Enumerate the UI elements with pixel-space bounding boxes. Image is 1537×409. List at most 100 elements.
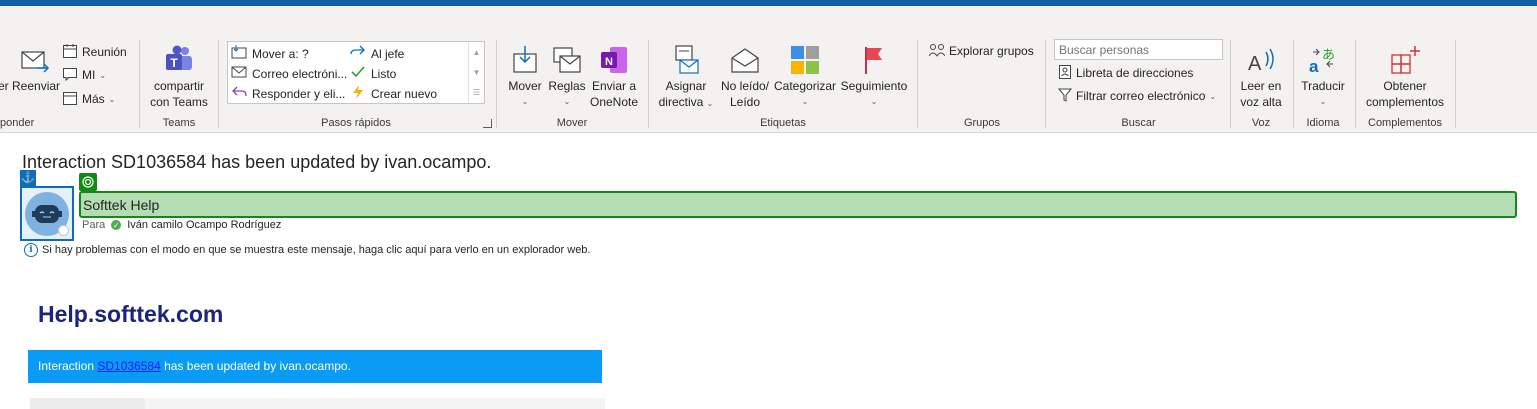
rules-icon — [548, 42, 586, 76]
forward-label: Reenviar — [12, 79, 61, 93]
get-addins-button[interactable]: Obtener complementos — [1362, 42, 1448, 110]
reply-icon — [231, 85, 247, 102]
group-label-move: Mover — [556, 117, 588, 129]
reply-all-button[interactable]: er — [0, 42, 9, 94]
svg-text:a: a — [1309, 57, 1319, 76]
browse-groups-button[interactable]: Explorar grupos — [928, 41, 1034, 61]
quick-steps-gallery: Mover a: ? Correo electróni... Responder… — [227, 41, 485, 104]
group-label-teams: Teams — [162, 117, 196, 129]
svg-text:T: T — [170, 56, 178, 70]
rules-button[interactable]: Reglas ⌄ — [548, 42, 586, 110]
im-button[interactable]: MI ⌄ — [62, 65, 106, 85]
share-teams-button[interactable]: T compartir con Teams — [146, 42, 212, 110]
banner-suffix: has been updated by ivan.ocampo. — [160, 359, 351, 373]
calendar-icon — [62, 43, 78, 62]
scroll-up-icon[interactable]: ▲ — [473, 48, 481, 57]
message-subject: Interaction SD1036584 has been updated b… — [22, 152, 492, 172]
dialog-launcher-icon[interactable] — [483, 119, 492, 128]
addins-icon — [1362, 42, 1448, 76]
share-teams-line1: compartir — [153, 79, 204, 93]
categorize-button[interactable]: Categorizar ⌄ — [774, 42, 836, 110]
rules-label: Reglas — [548, 79, 586, 93]
more-respond-button[interactable]: Más ⌄ — [62, 89, 115, 109]
flag-icon — [838, 42, 910, 76]
assign-policy-button[interactable]: Asignar directiva ⌄ — [656, 42, 716, 112]
to-label: Para — [82, 219, 106, 231]
browse-groups-label: Explorar grupos — [949, 44, 1034, 58]
quick-step-create-new-label: Crear nuevo — [371, 86, 438, 101]
filter-email-button[interactable]: Filtrar correo electrónico ⌄ — [1057, 86, 1217, 106]
chevron-down-icon: ⌄ — [108, 94, 116, 104]
chevron-down-icon: ⌄ — [99, 70, 107, 80]
search-people-input[interactable] — [1054, 39, 1223, 60]
quick-step-email[interactable]: Correo electróni... — [231, 65, 347, 82]
groups-icon — [928, 43, 946, 60]
group-label-groups: Grupos — [963, 117, 1001, 129]
expand-gallery-icon[interactable]: ☰ — [473, 88, 480, 97]
chevron-down-icon: ⌄ — [706, 99, 714, 108]
quick-step-create-new[interactable]: Crear nuevo — [350, 85, 437, 102]
quick-step-reply-delete[interactable]: Responder y eli... — [231, 85, 345, 102]
email-body-title: Help.softtek.com — [38, 301, 224, 327]
quick-step-to-manager-label: Al jefe — [371, 46, 405, 61]
move-button[interactable]: Mover ⌄ — [504, 42, 546, 110]
group-separator — [1355, 40, 1356, 128]
quick-step-move-to[interactable]: Mover a: ? — [231, 45, 309, 62]
policy-icon — [656, 42, 716, 76]
recipient-name[interactable]: Iván camilo Ocampo Rodríguez — [127, 219, 281, 231]
filter-icon — [1057, 87, 1073, 106]
chevron-down-icon: ⌄ — [1209, 91, 1217, 101]
mail-icon — [231, 65, 247, 82]
address-book-button[interactable]: Libreta de direcciones — [1058, 63, 1193, 83]
ribbon: er Reenviar Reunión MI ⌄ Más ⌄ ponder T … — [0, 6, 1537, 133]
quick-step-to-manager[interactable]: Al jefe — [350, 45, 404, 62]
read-aloud-line2: voz alta — [1240, 95, 1282, 109]
move-label: Mover — [508, 79, 542, 93]
group-separator — [917, 40, 918, 128]
svg-text:あ: あ — [1322, 48, 1335, 63]
group-label-speech: Voz — [1251, 117, 1271, 129]
svg-text:N: N — [605, 56, 613, 68]
scroll-down-icon[interactable]: ▼ — [473, 68, 481, 77]
send-to-onenote-button[interactable]: N Enviar a OneNote — [588, 42, 640, 110]
get-addins-line1: Obtener — [1383, 79, 1427, 93]
read-aloud-button[interactable]: A Leer en voz alta — [1236, 42, 1286, 110]
categorize-icon — [774, 42, 836, 76]
unread-read-button[interactable]: No leído/ Leído — [718, 42, 772, 110]
group-separator — [648, 40, 649, 128]
group-separator — [496, 40, 497, 128]
chevron-down-icon: ⌄ — [563, 97, 571, 106]
interaction-link[interactable]: SD1036584 — [97, 359, 160, 373]
follow-up-label: Seguimiento — [840, 79, 908, 93]
presence-status-icon — [58, 225, 69, 236]
sender-avatar[interactable] — [20, 186, 74, 241]
assign-policy-line1: Asignar — [665, 79, 707, 93]
meeting-button[interactable]: Reunión — [62, 42, 127, 62]
translate-button[interactable]: aあ Traducir ⌄ — [1298, 42, 1348, 110]
address-book-label: Libreta de direcciones — [1076, 66, 1194, 80]
lightning-icon — [350, 85, 366, 102]
recipient-row: Para ✓ Iván camilo Ocampo Rodríguez — [82, 219, 281, 231]
get-addins-line2: complementos — [1365, 95, 1445, 109]
address-book-icon — [1058, 64, 1072, 83]
browser-view-notice-text: Si hay problemas con el modo en que se m… — [42, 244, 591, 256]
move-icon — [504, 42, 546, 76]
read-aloud-icon: A — [1236, 42, 1286, 76]
unread-read-line2: Leído — [729, 95, 761, 109]
forward-button[interactable]: Reenviar — [12, 42, 61, 94]
group-label-addins: Complementos — [1368, 117, 1442, 129]
group-separator — [1230, 40, 1231, 128]
quick-step-done[interactable]: Listo — [350, 65, 396, 82]
quick-steps-scrollbar[interactable]: ▲ ▼ ☰ — [468, 42, 484, 103]
browser-view-notice[interactable]: i Si hay problemas con el modo en que se… — [24, 243, 591, 257]
follow-up-button[interactable]: Seguimiento ⌄ — [838, 42, 910, 110]
read-aloud-line1: Leer en — [1240, 79, 1282, 93]
share-teams-line2: con Teams — [150, 95, 208, 109]
translate-icon: aあ — [1298, 42, 1348, 76]
group-separator — [1455, 40, 1456, 128]
group-label-respond: ponder — [0, 117, 35, 129]
meeting-label: Reunión — [82, 45, 127, 59]
sender-name[interactable]: Softtek Help — [79, 191, 1517, 218]
teams-icon: T — [146, 42, 212, 76]
chevron-down-icon: ⌄ — [521, 97, 529, 106]
